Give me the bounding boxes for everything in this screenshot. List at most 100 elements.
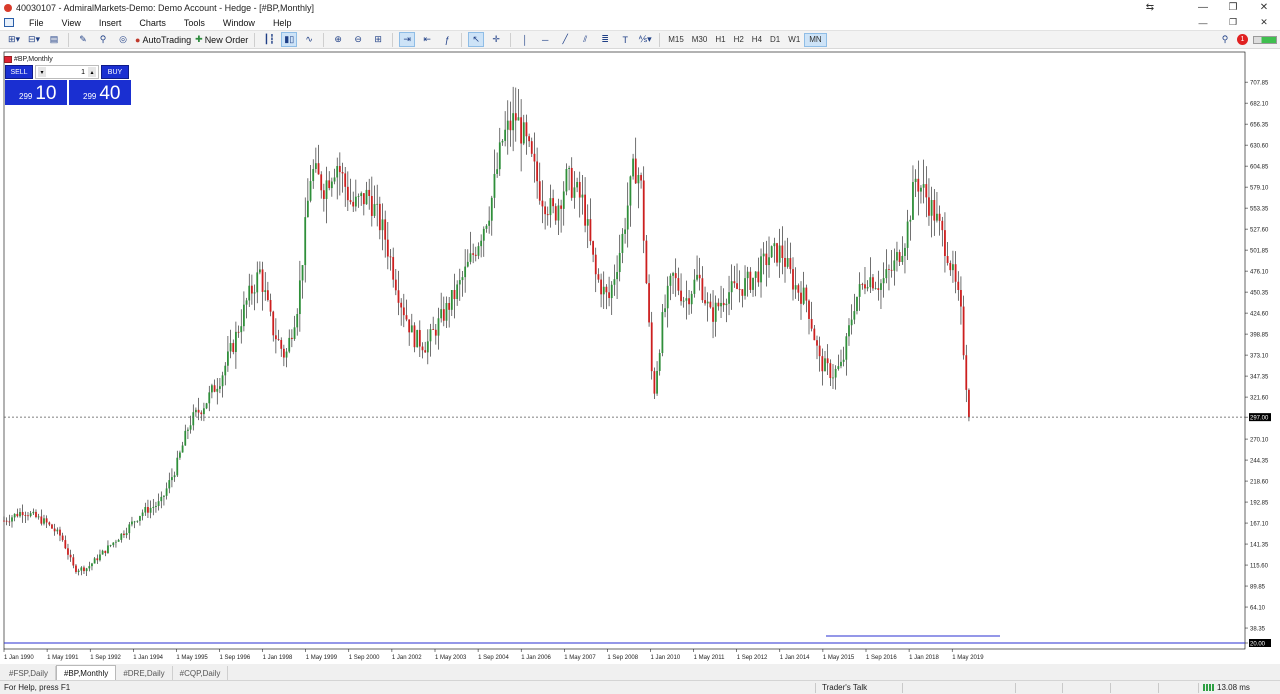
minimize-button[interactable]: — [1188,0,1218,15]
tab-bp-monthly[interactable]: #BP,Monthly [55,665,117,680]
candle-body [925,184,928,198]
candle-body [850,319,853,326]
candle-body [77,570,80,572]
buy-price[interactable]: 299 40 [69,80,131,105]
candle-body [496,169,499,174]
window-title: 40030107 - AdmiralMarkets-Demo: Demo Acc… [16,2,314,13]
trendline-icon[interactable]: ╱ [557,32,573,47]
candle-body [141,512,144,517]
candle-body [944,230,946,257]
autotrading-button[interactable]: ● AutoTrading [135,32,191,47]
candle-body [109,545,112,546]
search-icon[interactable]: ⚲ [1217,32,1233,47]
menu-file[interactable]: File [20,18,53,28]
chart-area[interactable]: 707.85 682.10 656.35 630.60 604.85 579.10 553.… [0,50,1280,662]
menu-tools[interactable]: Tools [175,18,214,28]
candle-body [224,365,227,376]
candle-body [51,524,53,529]
candle-body [538,181,541,201]
candle-body [298,280,301,315]
zoom-out-icon[interactable]: ⊖ [350,32,366,47]
cursor-icon[interactable]: ↖ [468,32,485,47]
sell-button[interactable]: SELL [5,65,33,79]
lot-size-field[interactable]: ▾ 1 ▴ [35,65,99,79]
alert-badge[interactable]: 1 [1237,34,1248,45]
candlestick-chart[interactable]: 707.85 682.10 656.35 630.60 604.85 579.10 553.… [0,50,1280,662]
candle-body [131,521,133,525]
candle-body [360,193,363,197]
timeframe-m15[interactable]: M15 [664,33,688,47]
chart-shift-icon[interactable]: ⇤ [419,32,435,47]
crosshair-icon[interactable]: ✛ [488,32,504,47]
document-icon[interactable] [4,18,14,27]
buy-button[interactable]: BUY [101,65,129,79]
timeframe-h2[interactable]: H2 [730,33,748,47]
timeframe-w1[interactable]: W1 [784,33,804,47]
candle-body [426,341,429,353]
timeframe-h1[interactable]: H1 [711,33,729,47]
indicators-icon[interactable]: ƒ [439,32,455,47]
signals-icon[interactable]: ◎ [115,32,131,47]
text-icon[interactable]: T [617,32,633,47]
candle-body [632,158,634,177]
candle-body [488,220,491,226]
tile-windows-icon[interactable]: ⊞ [370,32,386,47]
menu-window[interactable]: Window [214,18,264,28]
timeframe-mn[interactable]: MN [804,32,827,47]
child-restore-button[interactable]: ❐ [1218,15,1248,30]
autoscroll-icon[interactable]: ⇥ [399,32,416,47]
objects-menu-icon[interactable]: ⅍▾ [637,32,653,47]
candle-body [530,141,533,154]
experts-icon[interactable]: ✎ [75,32,91,47]
horizontal-line-icon[interactable]: ─ [537,32,553,47]
profiles-icon[interactable]: ⊟▾ [26,32,42,47]
child-minimize-button[interactable]: — [1188,15,1218,30]
line-chart-icon[interactable]: ∿ [301,32,317,47]
lot-increase-icon[interactable]: ▴ [88,67,96,77]
candle-body [216,388,219,392]
candle-body [957,281,960,290]
menu-help[interactable]: Help [264,18,301,28]
candle-body [482,228,485,241]
child-close-button[interactable]: ✕ [1249,15,1279,30]
new-order-button[interactable]: ✚ New Order [195,32,248,47]
tab-dre-daily[interactable]: #DRE,Daily [116,666,173,680]
vertical-line-icon[interactable]: │ [517,32,533,47]
zoom-in-icon[interactable]: ⊕ [330,32,346,47]
market-watch-icon[interactable]: ▤ [46,32,62,47]
candlestick-icon[interactable]: ▮▯ [281,32,298,47]
candle-body [573,187,576,198]
candle-body [264,290,267,292]
navigator-icon[interactable]: ⚲ [95,32,111,47]
timeframe-d1[interactable]: D1 [766,33,784,47]
sell-price[interactable]: 299 10 [5,80,67,105]
candle-body [864,284,866,289]
candle-body [304,217,307,266]
network-icon[interactable]: ⇆ [1135,0,1165,15]
menu-view[interactable]: View [53,18,90,28]
candle-body [608,292,610,299]
y-tick-label: 270.10 [1250,438,1269,444]
candle-body [749,271,752,290]
connection-status[interactable]: 13.08 ms [1203,681,1250,694]
bar-chart-icon[interactable]: ┃┇ [261,32,277,47]
channel-icon[interactable]: ⫽ [577,32,593,47]
candle-body [149,507,152,513]
candle-body [874,288,877,290]
candle-body [64,540,67,549]
lot-decrease-icon[interactable]: ▾ [38,67,46,77]
menu-charts[interactable]: Charts [130,18,175,28]
timeframe-m30[interactable]: M30 [688,33,712,47]
timeframe-h4[interactable]: H4 [748,33,766,47]
new-chart-icon[interactable]: ⊞▾ [6,32,22,47]
tab-fsp-daily[interactable]: #FSP,Daily [2,666,56,680]
candle-body [163,495,165,497]
tab-cqp-daily[interactable]: #CQP,Daily [173,666,229,680]
fibonacci-icon[interactable]: ≣ [597,32,613,47]
candle-body [768,257,770,266]
candle-body [853,311,856,320]
close-button[interactable]: ✕ [1249,0,1279,15]
profile-name[interactable]: Trader's Talk [822,681,867,694]
restore-button[interactable]: ❐ [1218,0,1248,15]
menu-insert[interactable]: Insert [90,18,131,28]
